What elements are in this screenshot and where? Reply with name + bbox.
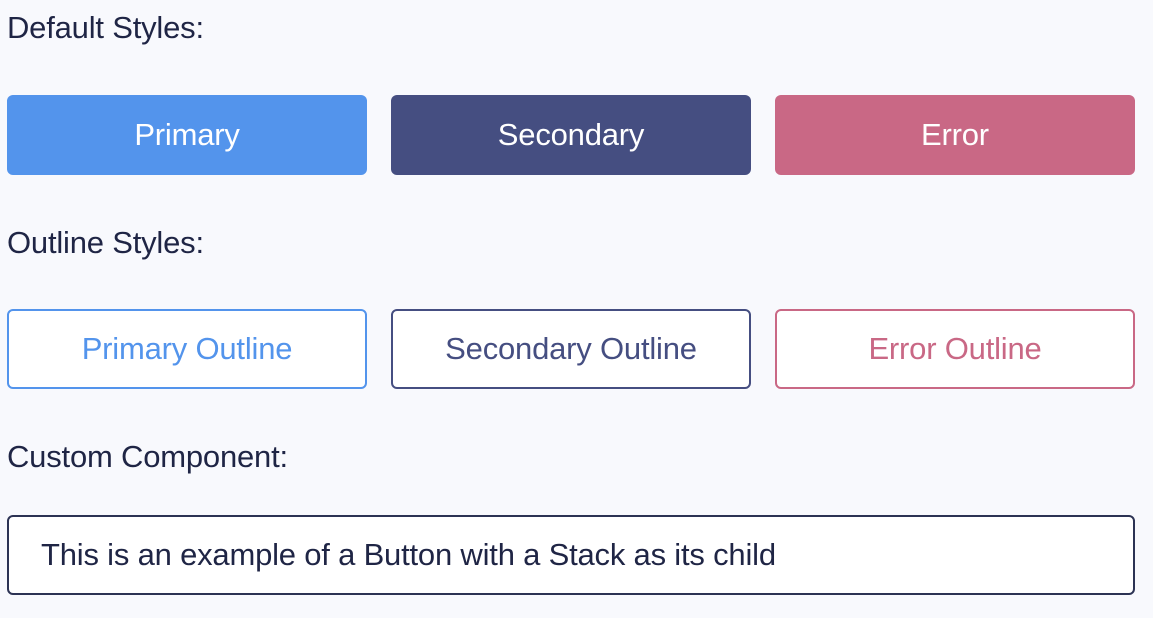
default-buttons-row: Primary Secondary Error xyxy=(7,95,1135,175)
outline-styles-heading: Outline Styles: xyxy=(7,225,204,260)
error-button[interactable]: Error xyxy=(775,95,1135,175)
secondary-button[interactable]: Secondary xyxy=(391,95,751,175)
custom-component-heading: Custom Component: xyxy=(7,439,288,474)
error-outline-button[interactable]: Error Outline xyxy=(775,309,1135,389)
outline-buttons-row: Primary Outline Secondary Outline Error … xyxy=(7,309,1135,389)
custom-stack-button[interactable]: This is an example of a Button with a St… xyxy=(7,515,1135,595)
primary-outline-button[interactable]: Primary Outline xyxy=(7,309,367,389)
primary-button[interactable]: Primary xyxy=(7,95,367,175)
button-stack: This is an example of a Button with a St… xyxy=(41,537,776,573)
custom-button-text: This is an example of a Button with a St… xyxy=(41,537,776,572)
default-styles-heading: Default Styles: xyxy=(7,10,204,45)
secondary-outline-button[interactable]: Secondary Outline xyxy=(391,309,751,389)
